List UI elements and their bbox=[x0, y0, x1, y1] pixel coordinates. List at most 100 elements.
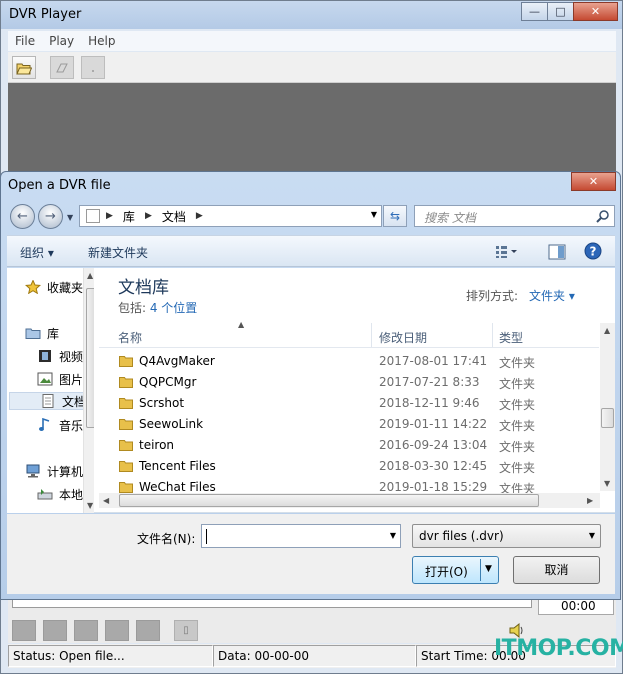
svg-text:?: ? bbox=[590, 245, 597, 259]
file-type: 文件夹 bbox=[499, 461, 536, 475]
nav-item-pictures[interactable]: 图片 bbox=[37, 370, 83, 388]
dialog-close-button[interactable]: ✕ bbox=[571, 172, 616, 191]
dialog-title: Open a DVR file bbox=[8, 178, 111, 193]
breadcrumb-library[interactable]: 库 bbox=[123, 208, 135, 225]
file-name: Scrshot bbox=[139, 396, 185, 410]
nav-item-videos[interactable]: 视频 bbox=[37, 347, 83, 365]
slow-button[interactable] bbox=[105, 620, 129, 641]
open-file-button[interactable] bbox=[12, 56, 36, 79]
scroll-down-icon[interactable]: ▼ bbox=[604, 479, 610, 488]
breadcrumb-arrow-icon[interactable]: ▶ bbox=[196, 211, 203, 221]
scrollbar-thumb[interactable] bbox=[86, 288, 94, 428]
nav-item-music[interactable]: 音乐 bbox=[37, 416, 83, 434]
scroll-up-icon[interactable]: ▲ bbox=[87, 271, 93, 280]
help-icon[interactable]: ? bbox=[584, 242, 602, 260]
folder-icon bbox=[119, 482, 133, 493]
file-name: QQPCMgr bbox=[139, 375, 197, 389]
arrange-by-dropdown[interactable]: 文件夹 ▾ bbox=[529, 287, 575, 304]
filetype-select[interactable]: dvr files (.dvr) ▼ bbox=[412, 524, 601, 548]
scrollbar-thumb[interactable] bbox=[119, 494, 539, 507]
close-button[interactable]: ✕ bbox=[573, 2, 618, 21]
music-icon bbox=[39, 418, 50, 431]
address-dropdown-icon[interactable]: ▼ bbox=[371, 210, 377, 219]
search-box[interactable]: 搜索 文档 bbox=[414, 205, 615, 227]
nav-item-label: 收藏夹 bbox=[47, 280, 84, 295]
breadcrumb-documents[interactable]: 文档 bbox=[162, 208, 186, 225]
app-titlebar[interactable]: DVR Player — □ ✕ bbox=[1, 1, 622, 29]
breadcrumb-arrow-icon[interactable]: ▶ bbox=[106, 211, 113, 221]
library-icon bbox=[25, 328, 41, 339]
breadcrumb-arrow-icon[interactable]: ▶ bbox=[145, 211, 152, 221]
file-row[interactable]: teiron 2016-09-24 13:04 文件夹 bbox=[99, 435, 599, 456]
split-divider bbox=[480, 559, 481, 581]
search-icon[interactable] bbox=[596, 209, 610, 223]
refresh-button[interactable]: ⇆ bbox=[383, 205, 407, 227]
scroll-right-icon[interactable]: ▶ bbox=[587, 496, 593, 505]
cancel-button[interactable]: 取消 bbox=[513, 556, 600, 584]
toolbar-button-3[interactable] bbox=[81, 56, 105, 79]
menu-file[interactable]: File bbox=[15, 34, 35, 48]
open-button[interactable]: 打开(O) ▼ bbox=[412, 556, 499, 584]
scroll-up-icon[interactable]: ▲ bbox=[604, 326, 610, 335]
new-folder-button[interactable]: 新建文件夹 bbox=[88, 244, 148, 261]
nav-item-computer[interactable]: 计算机 bbox=[25, 462, 83, 480]
menu-play[interactable]: Play bbox=[49, 34, 74, 48]
filetype-dropdown-icon: ▼ bbox=[588, 531, 595, 540]
nav-item-label: 本地 bbox=[59, 487, 84, 502]
file-row[interactable]: Q4AvgMaker 2017-08-01 17:41 文件夹 bbox=[99, 351, 599, 372]
file-name: WeChat Files bbox=[139, 480, 216, 494]
stop-button[interactable] bbox=[74, 620, 98, 641]
play-button[interactable] bbox=[12, 620, 36, 641]
view-options-icon[interactable] bbox=[495, 245, 519, 259]
maximize-button[interactable]: □ bbox=[547, 2, 574, 21]
filename-input[interactable]: ▼ bbox=[201, 524, 401, 548]
status-text: Status: Open file... bbox=[8, 645, 213, 667]
step-button[interactable]: ▯ bbox=[174, 620, 198, 641]
pause-button[interactable] bbox=[43, 620, 67, 641]
address-bar[interactable]: ▶ 库 ▶ 文档 ▶ ▼ bbox=[79, 205, 382, 227]
open-folder-icon bbox=[16, 63, 32, 74]
folder-icon bbox=[119, 461, 133, 472]
navigation-scrollbar[interactable]: ▲ ▼ bbox=[83, 268, 94, 513]
menu-help[interactable]: Help bbox=[88, 34, 115, 48]
includes-locations-link[interactable]: 4 个位置 bbox=[150, 301, 197, 315]
fast-button[interactable] bbox=[136, 620, 160, 641]
seek-slider[interactable] bbox=[12, 599, 532, 608]
file-list-horizontal-scrollbar[interactable]: ◀ ▶ bbox=[99, 493, 600, 508]
filename-dropdown-icon[interactable]: ▼ bbox=[390, 531, 396, 540]
preview-pane-icon[interactable] bbox=[548, 244, 566, 260]
dialog-footer: 文件名(N): ▼ dvr files (.dvr) ▼ 打开(O) ▼ 取消 bbox=[7, 514, 615, 594]
forward-button[interactable]: → bbox=[38, 204, 63, 229]
toolbar-button-2[interactable] bbox=[50, 56, 74, 79]
drive-icon bbox=[37, 489, 53, 500]
nav-item-libraries[interactable]: 库 bbox=[25, 324, 59, 342]
file-row[interactable]: SeewoLink 2019-01-11 14:22 文件夹 bbox=[99, 414, 599, 435]
refresh-icon: ⇆ bbox=[389, 209, 401, 223]
column-type[interactable]: 类型 bbox=[499, 329, 523, 346]
nav-item-local-disk[interactable]: 本地 bbox=[37, 485, 83, 503]
column-modified[interactable]: 修改日期 bbox=[379, 329, 427, 346]
scroll-left-icon[interactable]: ◀ bbox=[103, 496, 109, 505]
file-row[interactable]: Tencent Files 2018-03-30 12:45 文件夹 bbox=[99, 456, 599, 477]
column-divider[interactable] bbox=[492, 323, 493, 347]
file-name: SeewoLink bbox=[139, 417, 204, 431]
file-row[interactable]: Scrshot 2018-12-11 9:46 文件夹 bbox=[99, 393, 599, 414]
computer-icon bbox=[26, 464, 40, 478]
column-divider[interactable] bbox=[371, 323, 372, 347]
history-dropdown-icon[interactable]: ▼ bbox=[67, 213, 73, 222]
file-row[interactable]: QQPCMgr 2017-07-21 8:33 文件夹 bbox=[99, 372, 599, 393]
column-name[interactable]: 名称 bbox=[118, 329, 142, 346]
back-button[interactable]: ← bbox=[10, 204, 35, 229]
file-list-vertical-scrollbar[interactable]: ▲ ▼ bbox=[600, 323, 615, 491]
open-options-dropdown-icon[interactable]: ▼ bbox=[485, 564, 492, 574]
scrollbar-thumb[interactable] bbox=[601, 408, 614, 428]
file-type: 文件夹 bbox=[499, 356, 536, 370]
text-caret bbox=[206, 529, 207, 544]
minimize-button[interactable]: — bbox=[521, 2, 548, 21]
nav-item-favorites[interactable]: 收藏夹 bbox=[25, 278, 83, 296]
snapshot-icon bbox=[56, 63, 68, 72]
organize-button[interactable]: 组织 ▾ bbox=[20, 244, 54, 261]
file-modified: 2018-03-30 12:45 bbox=[379, 459, 488, 473]
nav-item-documents[interactable]: 文档 bbox=[9, 392, 94, 410]
scroll-down-icon[interactable]: ▼ bbox=[87, 501, 93, 510]
